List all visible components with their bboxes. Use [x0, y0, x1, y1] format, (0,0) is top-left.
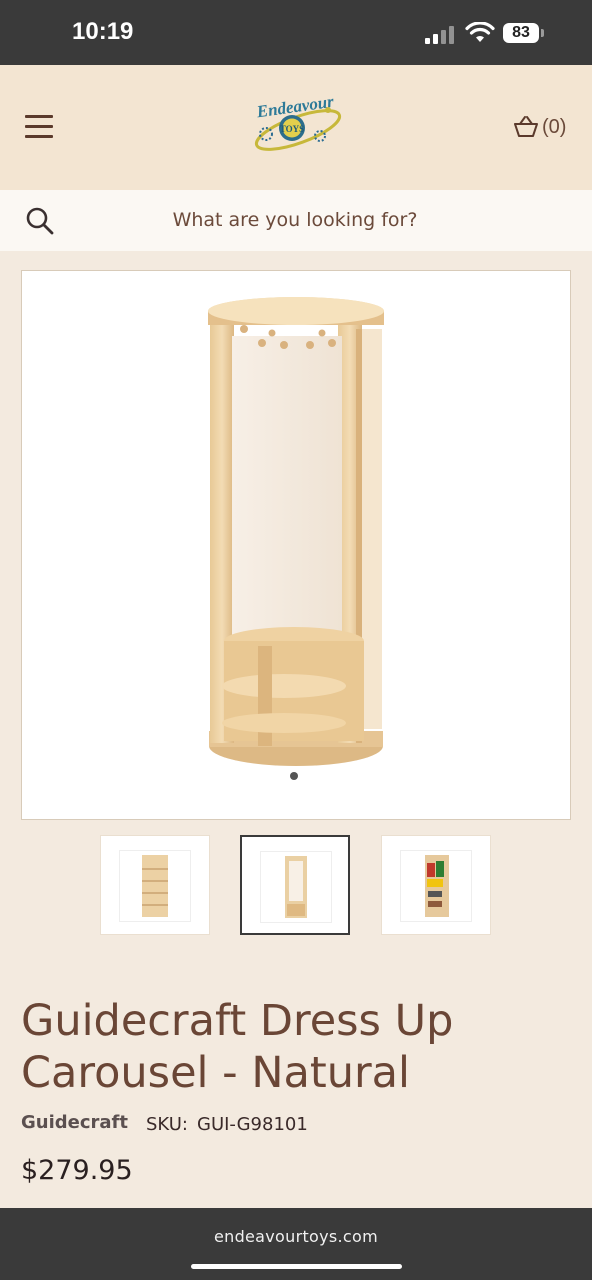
cart-count[interactable]: (0)	[542, 116, 566, 139]
thumb-with-clothes-image	[425, 855, 449, 917]
cart-basket-icon	[514, 116, 538, 137]
menu-icon[interactable]	[25, 115, 53, 139]
wifi-icon	[465, 22, 495, 42]
product-title: Guidecraft Dress Up Carousel - Natural	[21, 996, 454, 1098]
site-header: TOYS Endeavour (0)	[0, 65, 592, 190]
search-icon[interactable]	[25, 206, 55, 236]
search-input[interactable]	[70, 200, 520, 240]
thumbnail-1[interactable]	[100, 835, 210, 935]
endeavour-toys-logo[interactable]: TOYS Endeavour	[246, 90, 346, 164]
status-time: 10:19	[72, 18, 134, 45]
home-indicator[interactable]	[191, 1264, 402, 1269]
status-bar: 10:19 83	[0, 0, 592, 65]
dress-up-carousel-image	[208, 297, 384, 780]
product-main-image[interactable]	[21, 270, 571, 820]
product-price: $279.95	[21, 1155, 133, 1186]
thumb-mirror-front-image	[285, 856, 307, 918]
sku-value: GUI-G98101	[197, 1114, 308, 1135]
thumb-shelves-side-image	[142, 855, 168, 917]
search-bar	[0, 190, 592, 251]
battery-icon: 83	[503, 23, 539, 43]
browser-address-bar: endeavourtoys.com	[0, 1208, 592, 1280]
cart-button[interactable]: (0)	[513, 113, 566, 141]
signal-icon	[425, 26, 457, 44]
thumbnail-2[interactable]	[240, 835, 350, 935]
svg-text:TOYS: TOYS	[280, 124, 304, 134]
product-vendor-link[interactable]: Guidecraft	[21, 1112, 128, 1133]
thumbnail-3[interactable]	[381, 835, 491, 935]
browser-url[interactable]: endeavourtoys.com	[0, 1227, 592, 1246]
battery-nub	[541, 29, 544, 37]
sku-label: SKU:	[146, 1114, 188, 1135]
